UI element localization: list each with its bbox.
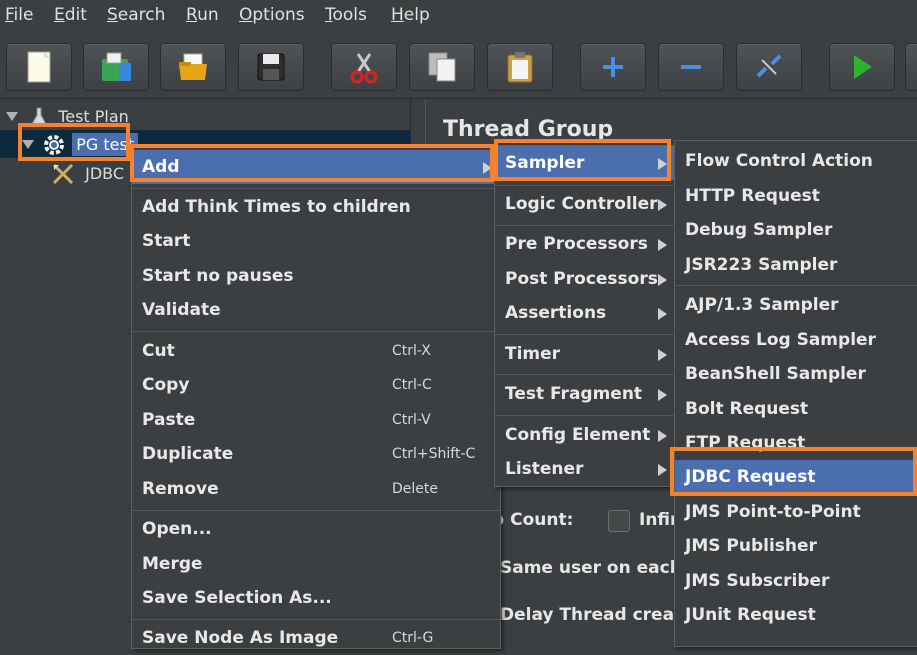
copy-icon bbox=[428, 52, 456, 82]
play-icon bbox=[854, 55, 872, 79]
menu-item-jms-publisher[interactable]: JMS Publisher bbox=[675, 529, 917, 563]
menu-options[interactable]: Options bbox=[239, 5, 305, 25]
menu-item-access-log-sampler[interactable]: Access Log Sampler bbox=[675, 323, 917, 357]
menu-separator bbox=[495, 185, 675, 186]
menu-item-logic-controller[interactable]: Logic Controller bbox=[495, 187, 675, 221]
menu-item-debug-sampler[interactable]: Debug Sampler bbox=[675, 213, 917, 247]
menu-item-cut[interactable]: Cut Ctrl-X bbox=[132, 334, 500, 368]
toolbar bbox=[0, 32, 917, 99]
templates-icon bbox=[102, 52, 131, 81]
submenu-arrow-icon bbox=[658, 199, 667, 211]
jdbc-sampler-icon bbox=[52, 163, 74, 184]
add-submenu: Sampler Logic Controller Pre Processors … bbox=[494, 145, 676, 487]
cut-button[interactable] bbox=[331, 43, 397, 91]
menu-item-add-think-times[interactable]: Add Think Times to children bbox=[132, 190, 500, 224]
menu-item-ajp-sampler[interactable]: AJP/1.3 Sampler bbox=[675, 288, 917, 322]
open-folder-icon bbox=[179, 53, 207, 80]
expand-all-button[interactable] bbox=[580, 43, 646, 91]
menu-item-remove[interactable]: Remove Delete bbox=[132, 472, 500, 506]
menu-file[interactable]: File bbox=[5, 5, 33, 25]
menu-item-open[interactable]: Open... bbox=[132, 512, 500, 546]
menu-run[interactable]: Run bbox=[186, 5, 219, 25]
same-user-label: Same user on each bbox=[500, 558, 682, 578]
callout-sampler bbox=[494, 139, 671, 181]
menu-item-start[interactable]: Start bbox=[132, 224, 500, 258]
menu-item-paste[interactable]: Paste Ctrl-V bbox=[132, 403, 500, 437]
menu-item-listener[interactable]: Listener bbox=[495, 452, 675, 486]
collapse-all-button[interactable] bbox=[658, 43, 724, 91]
tree-node-jdbc[interactable]: JDBC bbox=[50, 160, 124, 186]
toggle-button[interactable] bbox=[736, 43, 802, 91]
new-document-icon bbox=[27, 51, 51, 83]
submenu-arrow-icon bbox=[658, 308, 667, 320]
loop-count-label: p Count: bbox=[492, 510, 574, 530]
delay-thread-label: Delay Thread creatio bbox=[500, 605, 700, 625]
paste-button[interactable] bbox=[487, 43, 553, 91]
save-button[interactable] bbox=[238, 43, 304, 91]
copy-button[interactable] bbox=[409, 43, 475, 91]
menu-separator bbox=[132, 188, 500, 189]
menu-separator bbox=[495, 374, 675, 375]
menu-tools[interactable]: Tools bbox=[325, 5, 367, 25]
menu-item-http-request[interactable]: HTTP Request bbox=[675, 179, 917, 213]
menu-item-save-selection[interactable]: Save Selection As... bbox=[132, 581, 500, 615]
menu-item-pre-processors[interactable]: Pre Processors bbox=[495, 227, 675, 261]
scissors-icon bbox=[350, 53, 378, 84]
callout-jdbc-request bbox=[670, 447, 917, 496]
menu-item-bolt-request[interactable]: Bolt Request bbox=[675, 392, 917, 426]
menu-help[interactable]: Help bbox=[391, 5, 430, 25]
context-menu: Add Add Think Times to children Start St… bbox=[131, 147, 501, 649]
clipboard-icon bbox=[507, 52, 533, 83]
submenu-arrow-icon bbox=[658, 464, 667, 476]
toggle-wand-icon bbox=[756, 54, 782, 78]
menu-item-validate[interactable]: Validate bbox=[132, 293, 500, 327]
menu-separator bbox=[132, 510, 500, 511]
save-disk-icon bbox=[257, 53, 285, 81]
menu-edit[interactable]: Edit bbox=[54, 5, 87, 25]
menu-separator bbox=[495, 225, 675, 226]
infinite-checkbox[interactable] bbox=[608, 510, 630, 532]
minus-icon bbox=[681, 65, 701, 69]
open-button[interactable] bbox=[160, 43, 226, 91]
menu-item-test-fragment[interactable]: Test Fragment bbox=[495, 377, 675, 411]
submenu-arrow-icon bbox=[658, 389, 667, 401]
menu-item-save-node-image[interactable]: Save Node As Image Ctrl-G bbox=[132, 621, 500, 655]
menu-bar: File Edit Search Run Options Tools Help bbox=[0, 0, 917, 32]
menu-separator bbox=[132, 619, 500, 620]
menu-search[interactable]: Search bbox=[107, 5, 165, 25]
start-no-pauses-button[interactable] bbox=[905, 43, 917, 91]
menu-item-copy[interactable]: Copy Ctrl-C bbox=[132, 368, 500, 402]
callout-add bbox=[130, 144, 494, 182]
menu-item-jms-point-to-point[interactable]: JMS Point-to-Point bbox=[675, 495, 917, 529]
sampler-submenu: Flow Control Action HTTP Request Debug S… bbox=[674, 140, 917, 647]
templates-button[interactable] bbox=[83, 43, 149, 91]
menu-item-start-no-pauses[interactable]: Start no pauses bbox=[132, 259, 500, 293]
submenu-arrow-icon bbox=[658, 349, 667, 361]
callout-thread-group bbox=[18, 123, 130, 161]
menu-item-duplicate[interactable]: Duplicate Ctrl+Shift-C bbox=[132, 437, 500, 471]
new-button[interactable] bbox=[6, 43, 72, 91]
menu-item-flow-control-action[interactable]: Flow Control Action bbox=[675, 144, 917, 178]
menu-item-merge[interactable]: Merge bbox=[132, 547, 500, 581]
menu-item-jsr223-sampler[interactable]: JSR223 Sampler bbox=[675, 248, 917, 282]
collapse-arrow-icon bbox=[6, 112, 18, 121]
submenu-arrow-icon bbox=[658, 239, 667, 251]
menu-item-assertions[interactable]: Assertions bbox=[495, 296, 675, 330]
start-button[interactable] bbox=[829, 43, 895, 91]
menu-item-timer[interactable]: Timer bbox=[495, 337, 675, 371]
menu-separator bbox=[495, 415, 675, 416]
menu-separator bbox=[132, 331, 500, 332]
menu-item-config-element[interactable]: Config Element bbox=[495, 418, 675, 452]
menu-item-jms-subscriber[interactable]: JMS Subscriber bbox=[675, 564, 917, 598]
menu-separator bbox=[675, 285, 917, 286]
menu-item-junit-request[interactable]: JUnit Request bbox=[675, 598, 917, 632]
submenu-arrow-icon bbox=[658, 274, 667, 286]
menu-item-post-processors[interactable]: Post Processors bbox=[495, 262, 675, 296]
plus-icon bbox=[603, 57, 623, 77]
submenu-arrow-icon bbox=[658, 430, 667, 442]
menu-separator bbox=[495, 334, 675, 335]
menu-item-beanshell-sampler[interactable]: BeanShell Sampler bbox=[675, 357, 917, 391]
tree-label-jdbc: JDBC bbox=[85, 163, 124, 183]
